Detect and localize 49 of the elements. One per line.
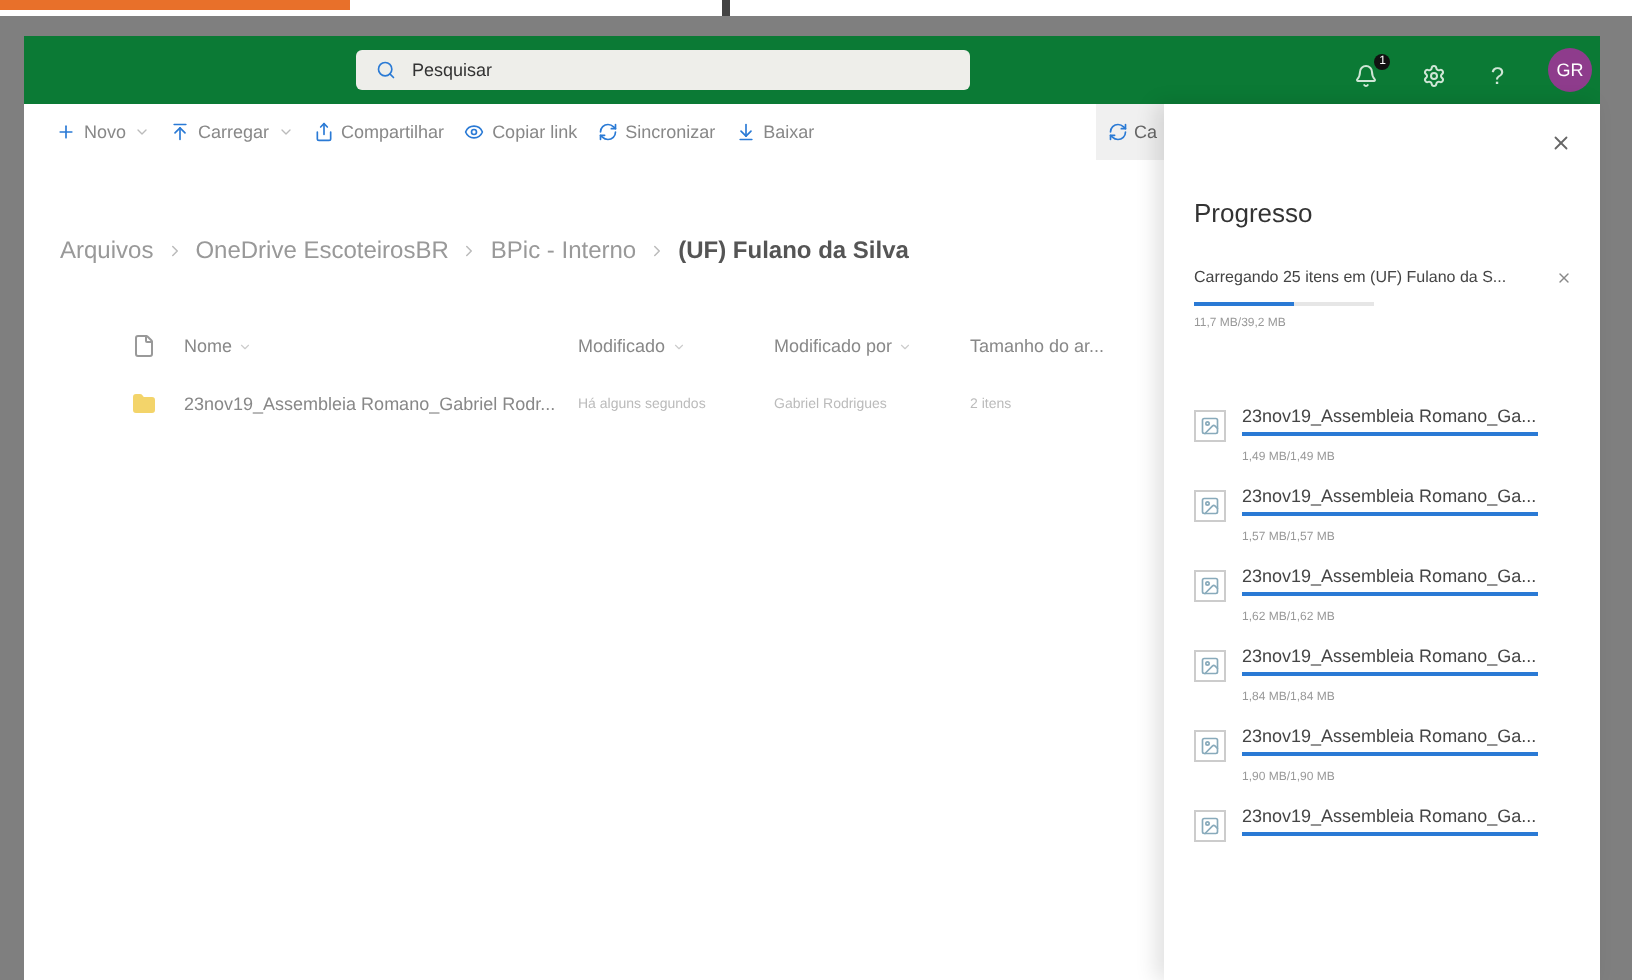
image-file-icon <box>1194 410 1226 442</box>
breadcrumb-link[interactable]: Arquivos <box>60 236 154 264</box>
breadcrumb-link[interactable]: (UF) Fulano da Silva <box>678 236 909 264</box>
file-icon <box>132 334 156 358</box>
file-name: 23nov19_Assembleia Romano_Ga... <box>1242 726 1538 746</box>
toolbar-button[interactable]: Carregar <box>170 122 294 142</box>
file-name: 23nov19_Assembleia Romano_Ga... <box>1242 806 1538 826</box>
upload-status: Carregando 25 itens em (UF) Fulano da S... <box>1194 268 1507 286</box>
breadcrumb-link[interactable]: BPic - Interno <box>490 236 637 264</box>
eye-icon <box>464 122 485 142</box>
file-name: 23nov19_Assembleia Romano_Ga... <box>1242 486 1538 506</box>
image-file-icon <box>1194 730 1226 762</box>
toolbar-button[interactable]: Compartilhar <box>313 122 445 142</box>
toolbar-button[interactable]: Copiar link <box>464 122 578 142</box>
image-file-icon <box>1194 810 1226 842</box>
download-icon <box>735 122 756 142</box>
toolbar-button[interactable]: Baixar <box>735 122 815 142</box>
panel-title: Progresso <box>1194 198 1315 228</box>
file-name: 23nov19_Assembleia Romano_Ga... <box>1242 566 1538 586</box>
image-file-icon <box>1194 490 1226 522</box>
toolbar-button[interactable]: Sincronizar <box>597 122 716 142</box>
sync-icon <box>597 122 618 142</box>
column-header[interactable]: Tamanho do ar... <box>970 336 1150 356</box>
search-input[interactable]: Pesquisar <box>408 58 816 82</box>
chevron-icon <box>898 339 913 353</box>
breadcrumb-link[interactable]: OneDrive EscoteirosBR <box>195 236 449 264</box>
column-header[interactable]: Modificado por <box>774 336 970 356</box>
file-name-link[interactable]: 23nov19_Assembleia Romano_Gabriel Rodr... <box>184 394 578 414</box>
sync-icon <box>1108 122 1128 142</box>
plus-icon <box>56 122 76 142</box>
image-file-icon <box>1194 570 1226 602</box>
help-button[interactable]: ? <box>1490 51 1516 89</box>
share-icon <box>313 122 334 142</box>
close-button[interactable] <box>1550 132 1572 154</box>
chevron-icon <box>671 339 686 353</box>
upload-icon <box>170 122 191 142</box>
toolbar-button[interactable]: Ca <box>1096 104 1164 160</box>
column-header[interactable]: Nome <box>184 336 578 356</box>
search-icon <box>376 60 396 80</box>
file-name: 23nov19_Assembleia Romano_Ga... <box>1242 646 1538 666</box>
chevron-icon <box>238 339 253 353</box>
image-file-icon <box>1194 650 1226 682</box>
toolbar-button[interactable]: Novo <box>56 122 151 142</box>
column-header[interactable]: Modificado <box>578 336 774 356</box>
search-field[interactable]: Pesquisar <box>356 50 970 90</box>
file-name: 23nov19_Assembleia Romano_Ga... <box>1242 406 1538 426</box>
cancel-button[interactable] <box>1556 269 1572 285</box>
avatar[interactable]: GR <box>1548 48 1592 92</box>
folder-icon <box>132 392 156 416</box>
